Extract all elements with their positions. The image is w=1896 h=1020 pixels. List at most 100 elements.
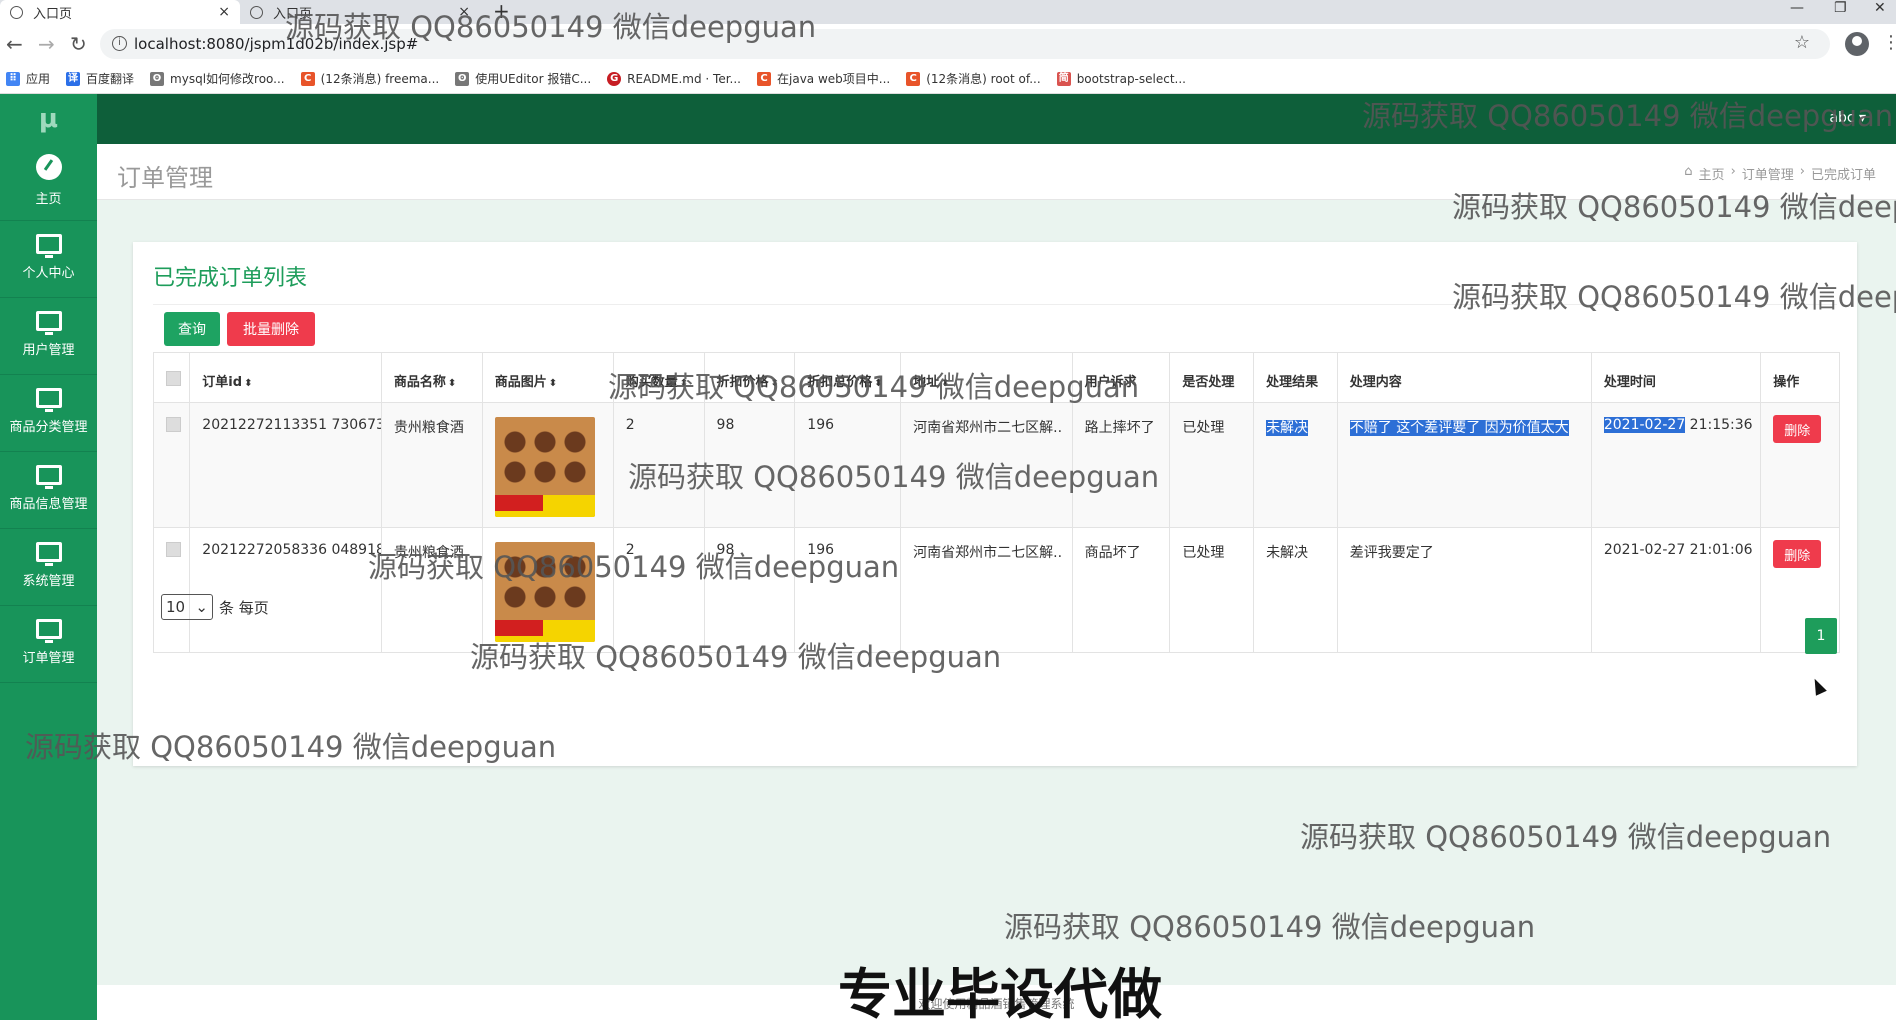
- bookmark-item[interactable]: C (12条消息) freema...: [300, 70, 439, 87]
- sort-icon[interactable]: ⬍: [874, 378, 882, 389]
- forward-icon[interactable]: →: [38, 32, 55, 56]
- bookmark-item[interactable]: ʘ mysql如何修改roo...: [150, 70, 285, 87]
- column-header[interactable]: 购买数量 ⬍: [612, 352, 705, 403]
- column-header[interactable]: 折扣价格 ⬍: [703, 352, 796, 403]
- monitor-icon: [35, 311, 62, 335]
- quantity: 2: [612, 527, 705, 653]
- process-time-cell: 2021-02-27 21:15:36: [1590, 402, 1762, 528]
- column-header[interactable]: 商品名称 ⬍: [380, 352, 483, 403]
- sidebar-item-profile[interactable]: 个人中心: [0, 221, 97, 298]
- page-size-control: 10 ⌄ 条 每页: [161, 594, 269, 620]
- breadcrumb-completed: 已完成订单: [1810, 168, 1876, 183]
- menu-icon[interactable]: ⋮: [1882, 32, 1896, 53]
- sidebar-item-label: 商品分类管理: [9, 420, 88, 435]
- reload-icon[interactable]: ↻: [70, 32, 87, 56]
- sidebar-item-categories[interactable]: 商品分类管理: [0, 375, 97, 452]
- logo[interactable]: μ: [0, 94, 97, 144]
- new-tab-button[interactable]: +: [493, 0, 510, 22]
- minimize-icon[interactable]: —: [1790, 0, 1804, 16]
- sidebar-item-users[interactable]: 用户管理: [0, 298, 97, 375]
- orders-panel: 已完成订单列表 查询 批量删除 订单id ⬍ 商品名称 ⬍ 商品图片 ⬍ 购买数量 ⬍ …: [133, 242, 1857, 766]
- sidebar-item-products[interactable]: 商品信息管理: [0, 452, 97, 529]
- sidebar-item-home[interactable]: 主页: [0, 144, 97, 221]
- delete-button[interactable]: 删除: [1773, 540, 1822, 568]
- table-row[interactable]: 20212272058336 0489180 贵州粮食酒 2 98 196 河南…: [152, 527, 1840, 653]
- address: 河南省郑州市二七区解..: [900, 402, 1073, 528]
- bookmark-item[interactable]: ⠿ 应用: [6, 70, 50, 87]
- delete-button[interactable]: 删除: [1773, 415, 1822, 443]
- row-checkbox-cell[interactable]: [152, 527, 191, 653]
- monitor-icon: [35, 465, 62, 489]
- monitor-icon: [35, 388, 62, 412]
- breadcrumb-home[interactable]: 主页: [1699, 164, 1725, 183]
- panel-title: 已完成订单列表: [153, 266, 308, 291]
- column-header[interactable]: 商品图片 ⬍: [481, 352, 614, 403]
- back-icon[interactable]: ←: [6, 32, 23, 56]
- process-time-cell: 2021-02-27 21:01:06: [1590, 527, 1762, 653]
- bookmark-item[interactable]: 简 bootstrap-select...: [1056, 71, 1186, 86]
- product-image: [494, 542, 595, 642]
- discount-total: 196: [794, 402, 902, 528]
- browser-tab-2[interactable]: 入口页 ×: [240, 0, 480, 24]
- user-request: 路上摔坏了: [1071, 402, 1171, 528]
- watermark-large: 专业毕设代做: [838, 963, 1162, 1020]
- column-header[interactable]: 折扣总价格 ⬍: [794, 352, 902, 403]
- close-icon[interactable]: ×: [458, 4, 470, 20]
- quantity: 2: [612, 402, 705, 528]
- sidebar-item-system[interactable]: 系统管理: [0, 529, 97, 606]
- site-icon: 简: [1056, 71, 1071, 86]
- checkbox[interactable]: [166, 417, 181, 432]
- column-header: 处理结果: [1253, 352, 1338, 403]
- checkbox[interactable]: [166, 542, 181, 557]
- globe-icon: [10, 5, 23, 19]
- sidebar-item-orders[interactable]: 订单管理: [0, 606, 97, 683]
- browser-tab-bar: 入口页 × 入口页 × + — ❐ ✕: [0, 0, 1896, 24]
- sort-icon[interactable]: ⬍: [549, 378, 557, 389]
- restore-icon[interactable]: ❐: [1834, 0, 1847, 16]
- batch-delete-button[interactable]: 批量删除: [227, 312, 315, 346]
- url-field[interactable]: i localhost:8080/jspm1d02b/index.jsp# ☆: [100, 29, 1830, 59]
- close-icon[interactable]: ×: [218, 4, 230, 20]
- profile-icon[interactable]: [1845, 32, 1869, 56]
- browser-tab-1[interactable]: 入口页 ×: [0, 0, 240, 24]
- row-checkbox-cell[interactable]: [152, 402, 191, 528]
- product-name: 贵州粮食酒: [380, 402, 483, 528]
- sort-icon[interactable]: ⬍: [448, 378, 456, 389]
- process-result: 未解决: [1266, 420, 1309, 436]
- sort-icon[interactable]: ⬍: [771, 378, 779, 389]
- home-icon: ⌂: [1684, 164, 1693, 179]
- process-content: 不赔了 这个差评要了 因为价值太大: [1349, 420, 1569, 436]
- column-header[interactable]: 地址 ⬍: [900, 352, 1073, 403]
- sort-icon[interactable]: ⬍: [244, 378, 252, 389]
- url-text[interactable]: localhost:8080/jspm1d02b/index.jsp#: [134, 35, 418, 53]
- page-header: 订单管理 ⌂ 主页 › 订单管理 › 已完成订单: [97, 144, 1896, 200]
- tab-title: 入口页: [33, 6, 73, 22]
- breadcrumb-orders[interactable]: 订单管理: [1742, 164, 1794, 183]
- sidebar-item-label: 主页: [35, 192, 62, 207]
- bookmark-item[interactable]: G README.md · Ter...: [607, 71, 741, 86]
- table-row[interactable]: 20212272113351 7306736 贵州粮食酒 2 98 196 河南…: [152, 402, 1840, 528]
- window-close-icon[interactable]: ✕: [1874, 0, 1886, 16]
- sort-icon[interactable]: ⬍: [941, 378, 949, 389]
- discount-total: 196: [794, 527, 902, 653]
- checkbox[interactable]: [166, 371, 181, 386]
- page-size-select[interactable]: 10 ⌄: [161, 594, 213, 620]
- query-button[interactable]: 查询: [164, 312, 220, 346]
- user-menu[interactable]: abc ▾: [1829, 110, 1866, 126]
- column-header: 处理内容: [1336, 352, 1592, 403]
- sort-icon[interactable]: ⬍: [680, 378, 688, 389]
- bookmark-item[interactable]: 译百度翻译: [66, 70, 134, 87]
- sidebar-item-label: 系统管理: [22, 574, 75, 589]
- user-request: 商品坏了: [1071, 527, 1171, 653]
- order-id: 20212272058336 0489180: [189, 527, 382, 653]
- column-header[interactable]: 订单id ⬍: [189, 352, 382, 403]
- bookmark-item[interactable]: C 在java web项目中...: [757, 70, 890, 87]
- info-icon[interactable]: i: [112, 36, 127, 51]
- column-header: 是否处理: [1169, 352, 1255, 403]
- bookmark-item[interactable]: ʘ 使用UEditor 报错C...: [455, 70, 591, 87]
- address-bar: ← → ↻ i localhost:8080/jspm1d02b/index.j…: [0, 24, 1896, 64]
- select-all-header[interactable]: [152, 352, 191, 403]
- star-icon[interactable]: ☆: [1794, 32, 1810, 53]
- pagination-page[interactable]: 1: [1805, 618, 1837, 654]
- bookmark-item[interactable]: C (12条消息) root of...: [906, 70, 1041, 87]
